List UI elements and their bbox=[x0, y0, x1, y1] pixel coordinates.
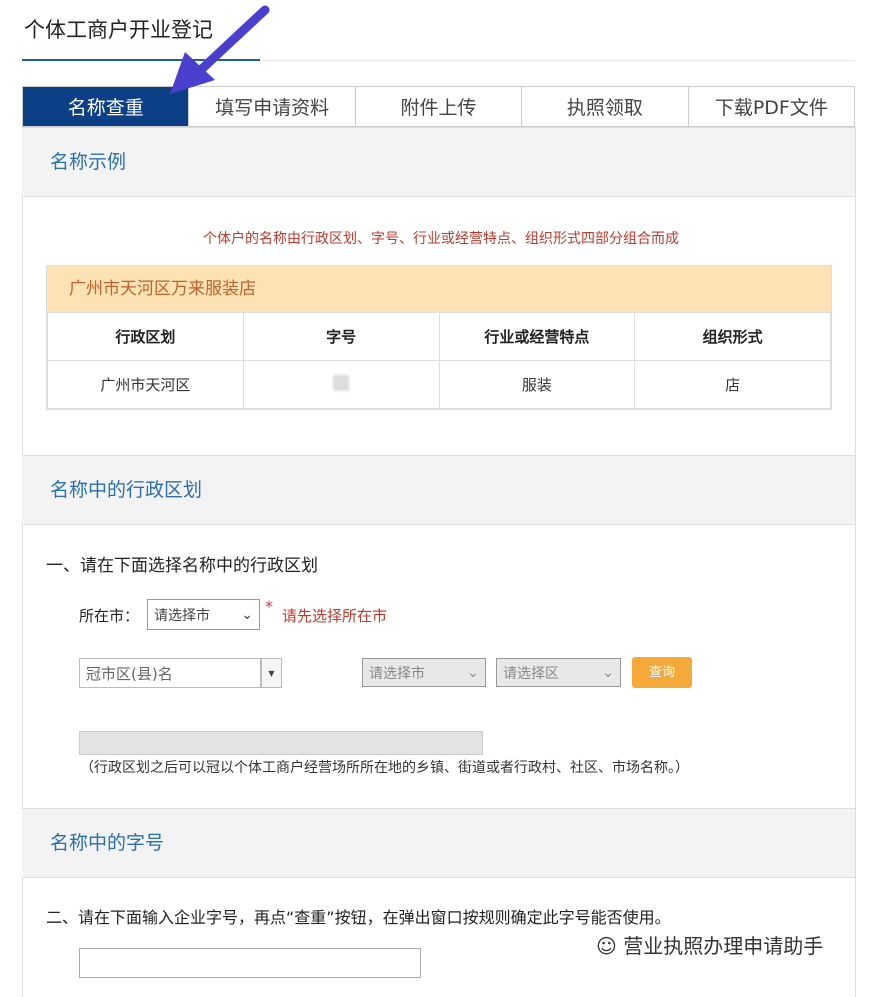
watermark-text: 营业执照办理申请助手 bbox=[623, 934, 823, 958]
header-org-form: 组织形式 bbox=[635, 313, 831, 361]
division-instruction: 一、请在下面选择名称中的行政区划 bbox=[46, 551, 318, 576]
section-header-trade-name: 名称中的字号 bbox=[22, 808, 855, 878]
arrow-pointer-icon bbox=[165, 2, 275, 102]
city-select-2-value: 请选择市 bbox=[369, 663, 425, 683]
watermark: ☺ 营业执照办理申请助手 bbox=[596, 930, 823, 959]
header-industry: 行业或经营特点 bbox=[439, 313, 635, 361]
city-hint: 请先选择所在市 bbox=[282, 605, 387, 626]
wechat-icon: ☺ bbox=[596, 934, 623, 958]
city-label: 所在市： bbox=[79, 605, 139, 626]
required-mark: * bbox=[265, 597, 273, 616]
trade-name-input[interactable] bbox=[79, 948, 421, 978]
example-table: 广州市天河区万来服装店 行政区划 字号 行业或经营特点 组织形式 广州市天河区 … bbox=[46, 265, 832, 410]
step-tabs: 名称查重 填写申请资料 附件上传 执照领取 下载PDF文件 bbox=[22, 86, 855, 127]
chevron-down-icon: ⌄ bbox=[602, 665, 614, 681]
division-hint: （行政区划之后可以冠以个体工商户经营场所所在地的乡镇、街道或者行政村、社区、市场… bbox=[80, 757, 689, 777]
cell-trade-name bbox=[243, 361, 439, 409]
header-division: 行政区划 bbox=[48, 313, 244, 361]
tab-license-pickup[interactable]: 执照领取 bbox=[522, 87, 688, 126]
county-input[interactable]: 冠市区(县)名 bbox=[79, 658, 261, 688]
caret-down-icon: ▼ bbox=[268, 669, 274, 678]
city-select-value: 请选择市 bbox=[154, 605, 210, 625]
cell-division: 广州市天河区 bbox=[48, 361, 244, 409]
county-dropdown-button[interactable]: ▼ bbox=[261, 658, 282, 688]
district-select[interactable]: 请选择区 ⌄ bbox=[496, 658, 621, 687]
query-button[interactable]: 查询 bbox=[632, 657, 692, 688]
section-header-division: 名称中的行政区划 bbox=[22, 455, 855, 525]
city-select-2[interactable]: 请选择市 ⌄ bbox=[362, 658, 486, 687]
chevron-down-icon: ⌄ bbox=[241, 607, 253, 623]
section-header-example: 名称示例 bbox=[22, 127, 855, 197]
tab-download-pdf[interactable]: 下载PDF文件 bbox=[689, 87, 854, 126]
cell-org-form: 店 bbox=[635, 361, 831, 409]
cell-industry: 服装 bbox=[439, 361, 635, 409]
district-select-value: 请选择区 bbox=[503, 663, 559, 683]
city-select[interactable]: 请选择市 ⌄ bbox=[147, 599, 260, 630]
blurred-trade-name bbox=[333, 375, 349, 391]
table-row: 广州市天河区 服装 店 bbox=[48, 361, 831, 409]
division-result-field[interactable] bbox=[79, 731, 483, 755]
tab-attachment-upload[interactable]: 附件上传 bbox=[356, 87, 522, 126]
chevron-down-icon: ⌄ bbox=[467, 665, 479, 681]
example-name: 广州市天河区万来服装店 bbox=[47, 266, 831, 312]
header-trade-name: 字号 bbox=[243, 313, 439, 361]
name-composition-note: 个体户的名称由行政区划、字号、行业或经营特点、组织形式四部分组合而成 bbox=[0, 228, 882, 248]
trade-name-instruction: 二、请在下面输入企业字号，再点“查重”按钮，在弹出窗口按规则确定此字号能否使用。 bbox=[46, 904, 671, 928]
